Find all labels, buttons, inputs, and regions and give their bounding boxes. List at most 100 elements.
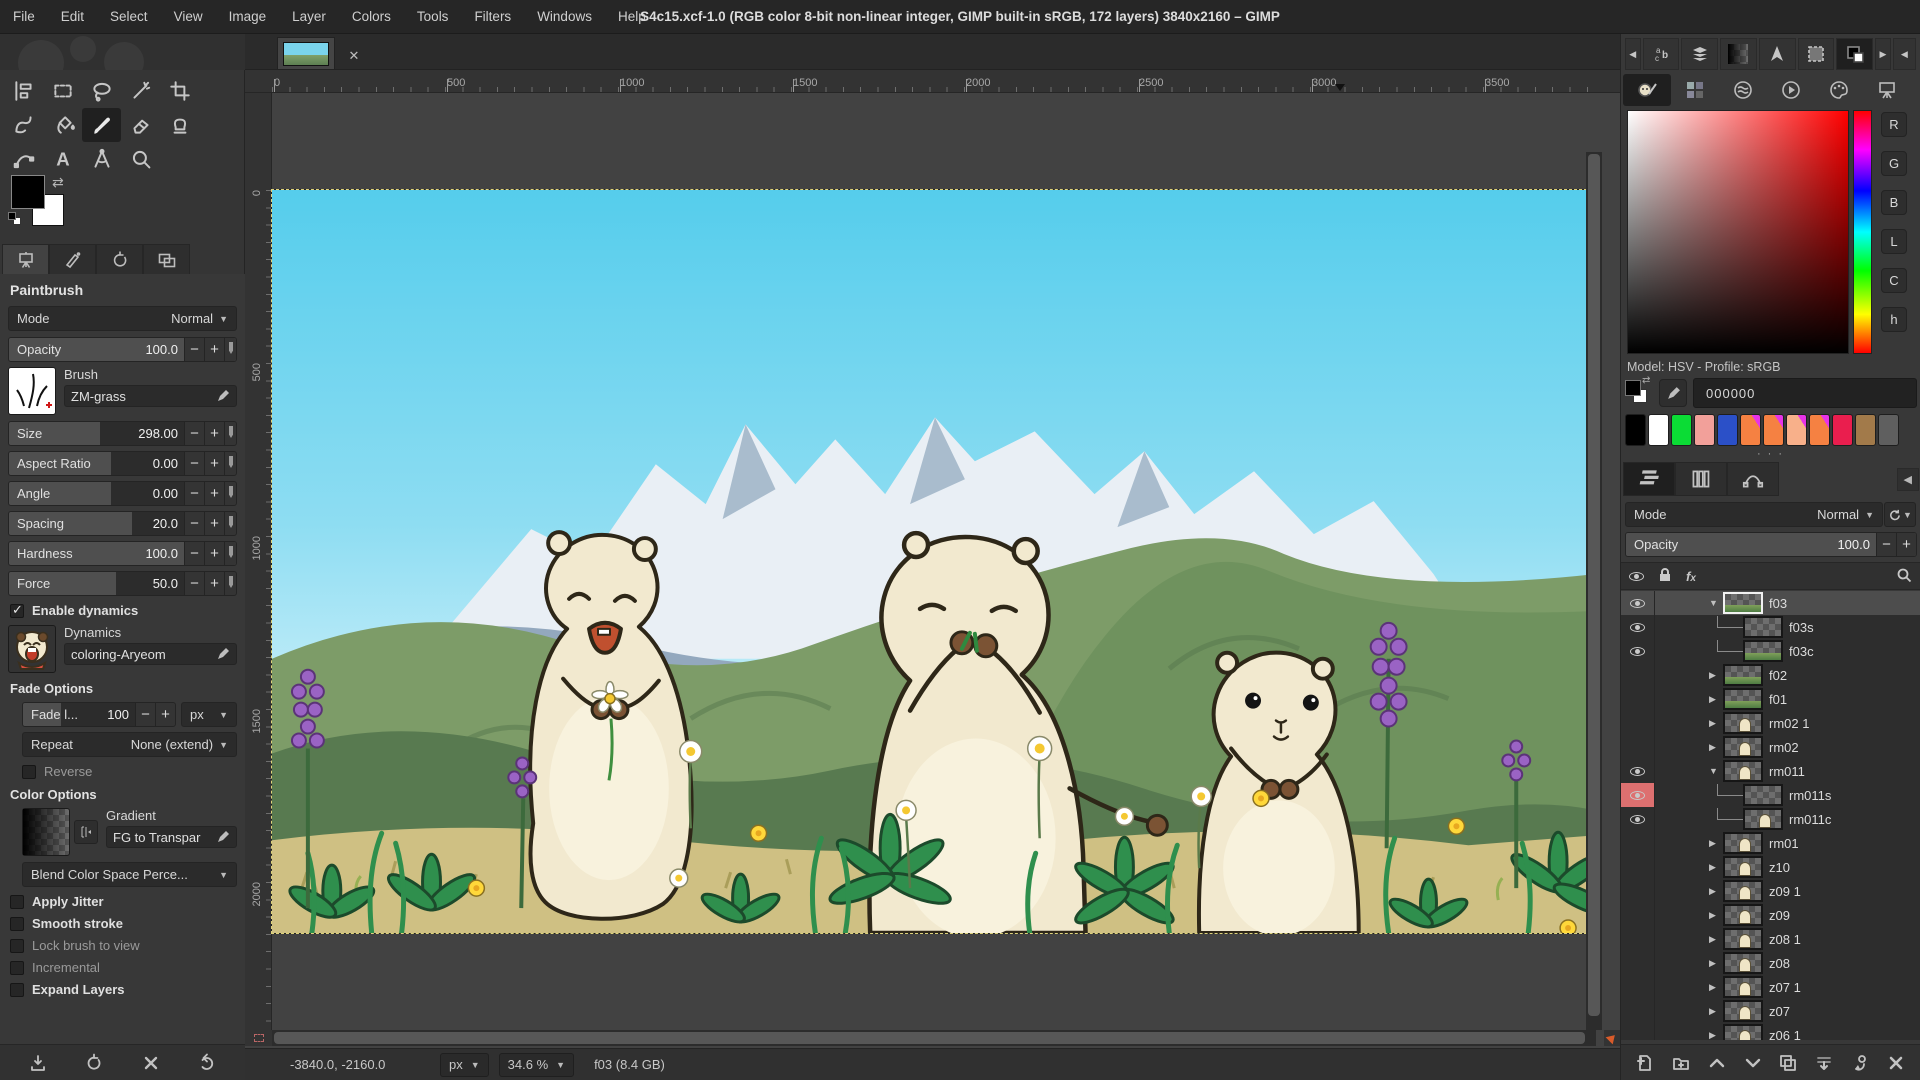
- edit-color-icon[interactable]: [1659, 379, 1687, 407]
- color-swatch[interactable]: [1717, 414, 1738, 446]
- layer-name[interactable]: f03: [1769, 596, 1787, 611]
- gradient-preview[interactable]: [22, 808, 70, 856]
- stylus-link-icon[interactable]: [224, 338, 236, 361]
- layer-mode-dropdown[interactable]: Mode Normal ▼: [1625, 502, 1883, 527]
- lock-icon[interactable]: [1658, 567, 1672, 585]
- delete-layer-icon[interactable]: [1881, 1050, 1911, 1076]
- foreground-color-swatch[interactable]: [12, 176, 44, 208]
- layer-expander-icon[interactable]: [1709, 838, 1723, 849]
- layer-visibility-toggle[interactable]: [1621, 879, 1655, 903]
- new-group-icon[interactable]: [1666, 1050, 1696, 1076]
- more-swatches[interactable]: · · ·: [1621, 448, 1920, 460]
- layer-row[interactable]: rm02: [1621, 735, 1920, 759]
- layer-thumbnail[interactable]: [1723, 856, 1763, 878]
- tool-option-slider[interactable]: Aspect Ratio 0.00 − +: [8, 451, 237, 476]
- layer-expander-icon[interactable]: [1709, 1006, 1723, 1017]
- channel-button[interactable]: B: [1881, 190, 1907, 215]
- layer-thumbnail[interactable]: [1723, 832, 1763, 854]
- layer-row[interactable]: rm011c: [1621, 807, 1920, 831]
- layer-row[interactable]: z07: [1621, 999, 1920, 1023]
- tab-channels[interactable]: [1675, 462, 1727, 496]
- layer-opacity-slider[interactable]: Opacity 100.0 − +: [1625, 532, 1917, 557]
- layer-row[interactable]: z08 1: [1621, 927, 1920, 951]
- layer-name[interactable]: z09 1: [1769, 884, 1801, 899]
- checkbox-icon[interactable]: [10, 917, 24, 931]
- menu-item[interactable]: Layer: [279, 0, 339, 34]
- increment-button[interactable]: +: [204, 452, 224, 475]
- brush-name-entry[interactable]: ZM-grass: [64, 385, 237, 407]
- color-swatch[interactable]: [1878, 414, 1899, 446]
- clone-tool[interactable]: [160, 108, 199, 142]
- layer-visibility-toggle[interactable]: [1621, 1023, 1655, 1040]
- color-swatch[interactable]: [1625, 414, 1646, 446]
- layer-name[interactable]: z06 1: [1769, 1028, 1801, 1041]
- layer-thumbnail[interactable]: [1743, 616, 1783, 638]
- swap-colors-icon[interactable]: ⇄: [1642, 375, 1650, 386]
- increment-button[interactable]: +: [204, 542, 224, 565]
- layer-row[interactable]: z09 1: [1621, 879, 1920, 903]
- tab-layers-stack[interactable]: [1681, 38, 1718, 70]
- tool-option-slider[interactable]: Force 50.0 − +: [8, 571, 237, 596]
- layer-expander-icon[interactable]: [1709, 934, 1723, 945]
- layer-visibility-toggle[interactable]: [1621, 975, 1655, 999]
- color-swatch[interactable]: [1740, 414, 1761, 446]
- layer-expander-icon[interactable]: [1709, 694, 1723, 705]
- layer-row[interactable]: z10: [1621, 855, 1920, 879]
- layer-thumbnail[interactable]: [1723, 928, 1763, 950]
- layer-visibility-toggle[interactable]: [1621, 831, 1655, 855]
- tab-pointer[interactable]: [1759, 38, 1796, 70]
- layer-thumbnail[interactable]: [1723, 880, 1763, 902]
- color-swatch[interactable]: [1763, 414, 1784, 446]
- warp-transform-tool[interactable]: [4, 108, 43, 142]
- decrement-button[interactable]: −: [135, 703, 155, 726]
- enable-dynamics-checkbox[interactable]: Enable dynamics: [10, 603, 235, 618]
- hue-strip[interactable]: [1853, 110, 1872, 354]
- menu-item[interactable]: Windows: [524, 0, 605, 34]
- layer-expander-icon[interactable]: [1709, 982, 1723, 993]
- increment-button[interactable]: +: [204, 338, 224, 361]
- tool-option-checkbox[interactable]: Lock brush to view: [10, 938, 235, 953]
- close-image-icon[interactable]: ✕: [341, 43, 367, 69]
- raise-layer-icon[interactable]: [1702, 1050, 1732, 1076]
- layer-thumbnail[interactable]: [1723, 952, 1763, 974]
- stylus-link-icon[interactable]: [224, 452, 236, 475]
- layer-row[interactable]: z07 1: [1621, 975, 1920, 999]
- anchor-layer-icon[interactable]: [1845, 1050, 1875, 1076]
- horizontal-scrollbar[interactable]: [272, 1030, 1596, 1046]
- zoom-tool[interactable]: [121, 142, 160, 176]
- reverse-gradient-icon[interactable]: [74, 820, 98, 844]
- layer-thumbnail[interactable]: [1723, 976, 1763, 998]
- layer-name[interactable]: rm02 1: [1769, 716, 1809, 731]
- layer-name[interactable]: z08: [1769, 956, 1790, 971]
- edit-dynamics-icon[interactable]: [216, 647, 230, 661]
- visibility-column-icon[interactable]: [1629, 572, 1644, 581]
- stylus-link-icon[interactable]: [224, 422, 236, 445]
- tool-option-slider[interactable]: Hardness 100.0 − +: [8, 541, 237, 566]
- eraser-tool[interactable]: [121, 108, 160, 142]
- vertical-ruler[interactable]: 0500100015002000: [245, 93, 272, 1030]
- color-swatch[interactable]: [1855, 414, 1876, 446]
- increment-button[interactable]: +: [204, 572, 224, 595]
- tool-option-checkbox[interactable]: Expand Layers: [10, 982, 235, 997]
- layer-name[interactable]: f03c: [1789, 644, 1814, 659]
- merge-down-icon[interactable]: [1809, 1050, 1839, 1076]
- layer-name[interactable]: z07 1: [1769, 980, 1801, 995]
- layer-visibility-toggle[interactable]: [1621, 951, 1655, 975]
- tab-tool-options[interactable]: [2, 244, 49, 274]
- tool-option-checkbox[interactable]: Apply Jitter: [10, 894, 235, 909]
- layer-row[interactable]: f01: [1621, 687, 1920, 711]
- decrement-button[interactable]: −: [184, 338, 204, 361]
- layer-name[interactable]: rm01: [1769, 836, 1799, 851]
- layer-visibility-toggle[interactable]: [1621, 639, 1655, 663]
- tab-colors[interactable]: [1836, 38, 1873, 70]
- layer-thumbnail[interactable]: [1723, 760, 1763, 782]
- layer-row[interactable]: rm011: [1621, 759, 1920, 783]
- vertical-scrollbar[interactable]: [1586, 152, 1602, 1030]
- layer-thumbnail[interactable]: [1723, 904, 1763, 926]
- channel-button[interactable]: G: [1881, 151, 1907, 176]
- layer-row[interactable]: f03c: [1621, 639, 1920, 663]
- layer-row[interactable]: z06 1: [1621, 1023, 1920, 1040]
- layer-row[interactable]: rm01: [1621, 831, 1920, 855]
- menu-item[interactable]: Image: [216, 0, 280, 34]
- layer-row[interactable]: f03: [1621, 591, 1920, 615]
